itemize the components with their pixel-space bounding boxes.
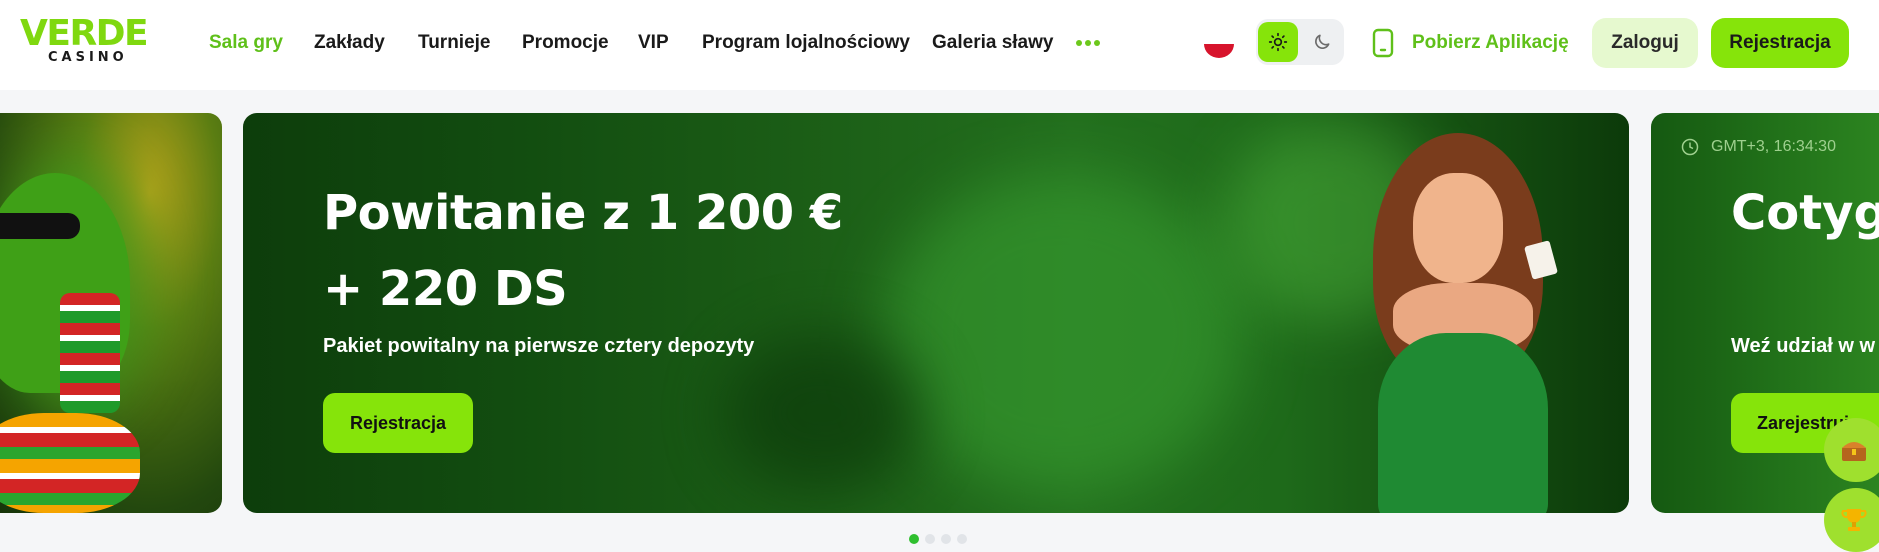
slider-dot-2[interactable] bbox=[925, 534, 935, 544]
light-theme-button[interactable] bbox=[1258, 22, 1298, 62]
verde-casino-logo[interactable]: VERDE CASINO bbox=[20, 13, 149, 68]
clock-icon bbox=[1681, 138, 1699, 156]
slider-dot-1[interactable] bbox=[909, 534, 919, 544]
slide-current: Powitanie z 1 200 € + 220 DS Pakiet powi… bbox=[243, 113, 1629, 513]
slide-title: Powitanie z 1 200 € + 220 DS bbox=[323, 185, 843, 317]
nav-item-turnieje[interactable]: Turnieje bbox=[418, 31, 491, 55]
moon-icon bbox=[1315, 34, 1330, 49]
smartphone-icon bbox=[1372, 28, 1394, 58]
slider-dot-3[interactable] bbox=[941, 534, 951, 544]
download-app-label: Pobierz Aplikację bbox=[1412, 32, 1569, 53]
slide-register-button[interactable]: Rejestracja bbox=[323, 393, 473, 453]
slide-previous[interactable] bbox=[0, 113, 222, 513]
treasure-chest-button[interactable] bbox=[1824, 418, 1879, 482]
logo-wordmark: VERDE bbox=[20, 13, 149, 54]
nav-item-zaklady[interactable]: Zakłady bbox=[314, 31, 385, 55]
slide-subtitle: Pakiet powitalny na pierwsze cztery depo… bbox=[323, 335, 755, 357]
theme-toggle bbox=[1256, 19, 1344, 65]
login-button[interactable]: Zaloguj bbox=[1592, 18, 1698, 68]
treasure-chest-icon bbox=[1842, 442, 1866, 461]
monster-character-image bbox=[0, 133, 200, 513]
logo-subtitle: CASINO bbox=[48, 50, 128, 65]
next-slide-title: Cotyg Wyzw bbox=[1731, 185, 1879, 241]
register-button[interactable]: Rejestracja bbox=[1711, 18, 1849, 68]
top-header: VERDE CASINO Sala gry Zakłady Turnieje P… bbox=[0, 0, 1879, 90]
trophy-button[interactable] bbox=[1824, 488, 1879, 552]
dark-theme-button[interactable] bbox=[1302, 22, 1342, 62]
server-time-text: GMT+3, 16:34:30 bbox=[1711, 138, 1836, 155]
nav-item-sala-gry[interactable]: Sala gry bbox=[209, 31, 283, 55]
slider-dot-4[interactable] bbox=[957, 534, 967, 544]
nav-item-promocje[interactable]: Promocje bbox=[522, 31, 609, 55]
sun-icon bbox=[1268, 32, 1288, 52]
trophy-icon bbox=[1841, 509, 1867, 531]
nav-item-galeria-slawy[interactable]: Galeria sławy bbox=[932, 31, 1053, 55]
nav-item-program-lojalnosciowy[interactable]: Program lojalnościowy bbox=[702, 31, 910, 55]
nav-item-vip[interactable]: VIP bbox=[638, 31, 669, 55]
more-horizontal-icon[interactable] bbox=[1076, 39, 1100, 47]
casino-hostess-image bbox=[1333, 133, 1613, 513]
next-slide-subtitle: Weź udział w w bbox=[1731, 335, 1876, 357]
poland-flag-icon[interactable] bbox=[1204, 30, 1234, 58]
